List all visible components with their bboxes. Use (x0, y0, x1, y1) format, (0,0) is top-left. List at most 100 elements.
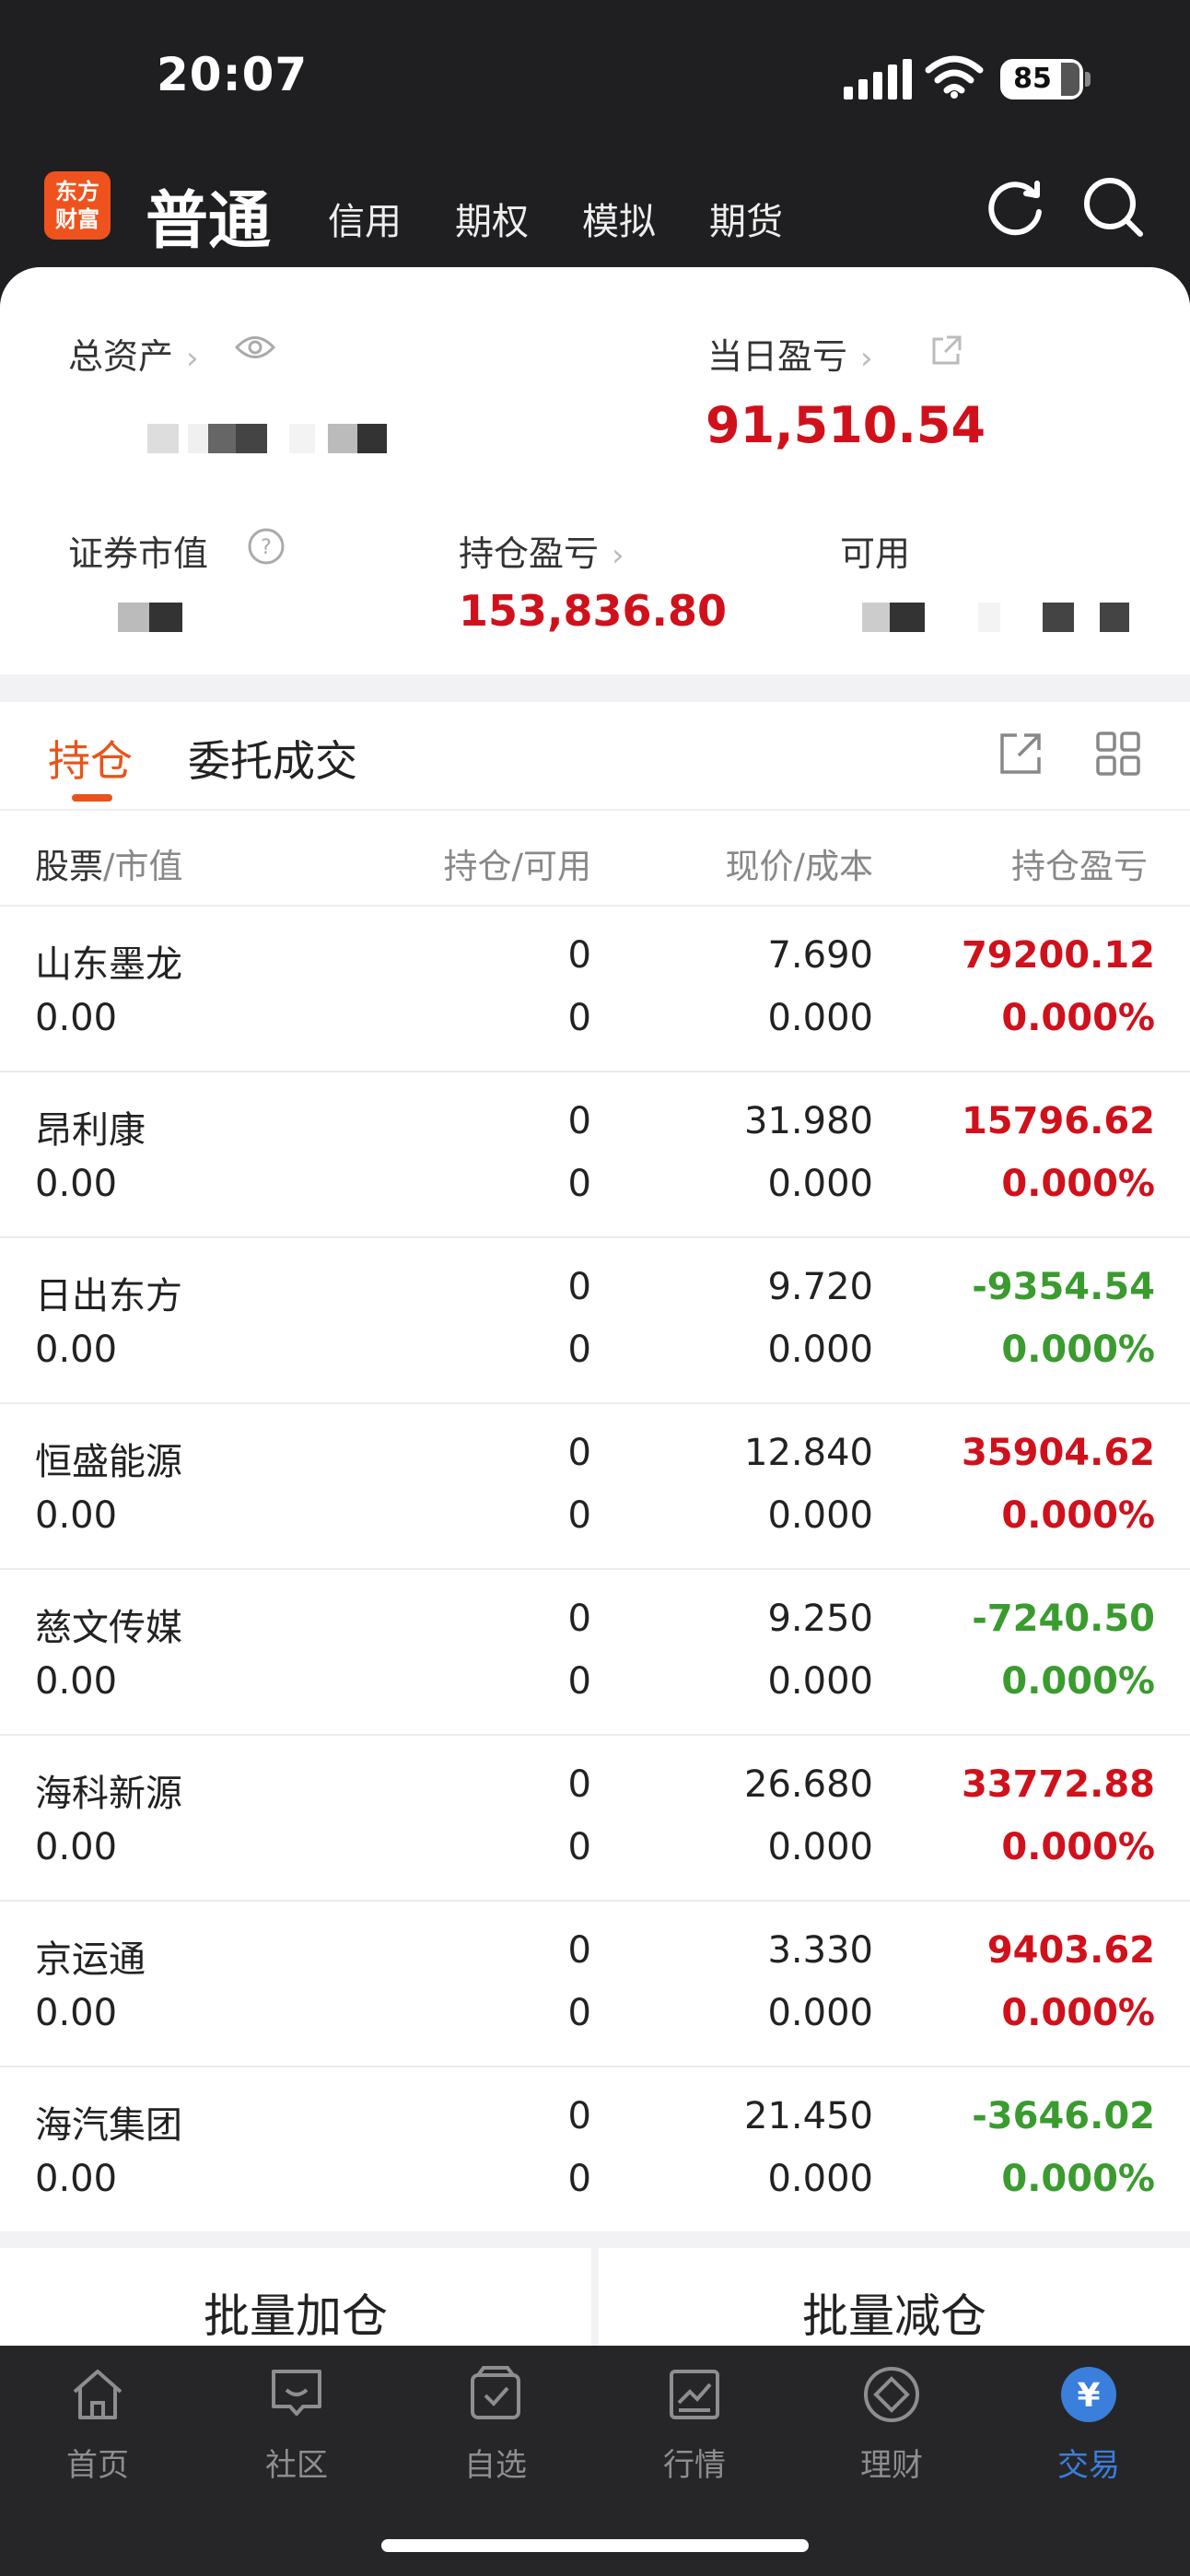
holdings-tab-bar: 持仓 委托成交 (0, 702, 1190, 811)
table-row[interactable]: 慈文传媒 0.00 0 0 9.250 0.000 -7240.50 0.000% (0, 1568, 1190, 1734)
cost-price: 0.000 (767, 1329, 873, 1371)
market-icon (670, 2370, 719, 2419)
export-icon[interactable] (997, 730, 1044, 778)
tab-account-simulation[interactable]: 模拟 (582, 192, 656, 245)
current-price: 21.450 (744, 2095, 873, 2137)
svg-text:¥: ¥ (1077, 2377, 1100, 2415)
stock-name: 京运通 (35, 1938, 146, 1981)
help-icon[interactable]: ? (247, 527, 286, 566)
grid-menu-icon[interactable] (1094, 730, 1142, 778)
cost-price: 0.000 (767, 997, 873, 1039)
position-pnl-label[interactable]: 持仓盈亏 › (459, 525, 624, 576)
position-qty: 0 (567, 934, 591, 977)
batch-actions: 批量加仓 批量减仓 (0, 2248, 1190, 2348)
current-price: 26.680 (744, 1763, 873, 1806)
active-tab-indicator (72, 794, 112, 802)
table-row[interactable]: 海科新源 0.00 0 0 26.680 0.000 33772.88 0.000% (0, 1734, 1190, 1900)
position-pnl: 15796.62 (961, 1100, 1155, 1142)
stock-name: 山东墨龙 (35, 943, 182, 986)
position-pnl: -9354.54 (972, 1266, 1155, 1308)
header-position-pnl[interactable]: 持仓盈亏 (1011, 838, 1148, 888)
position-pnl: 33772.88 (961, 1763, 1155, 1806)
position-pnl-pct: 0.000% (1001, 1163, 1155, 1205)
stock-name: 海汽集团 (35, 2104, 182, 2147)
current-price: 9.720 (767, 1266, 873, 1308)
market-value-masked (118, 603, 182, 632)
account-panel: 总资产 › 当日盈亏 › 91,510.54 证券市值 ? 持仓盈亏 › 153… (0, 267, 1190, 2348)
tab-positions[interactable]: 持仓 (48, 728, 133, 789)
current-price: 7.690 (767, 934, 873, 977)
total-assets-label[interactable]: 总资产 › (68, 328, 199, 379)
position-pnl: -7240.50 (972, 1598, 1155, 1640)
table-row[interactable]: 山东墨龙 0.00 0 0 7.690 0.000 79200.12 0.000% (0, 905, 1190, 1071)
tab-account-credit[interactable]: 信用 (328, 192, 402, 245)
batch-add-button[interactable]: 批量加仓 (0, 2248, 591, 2348)
market-value: 0.00 (35, 1992, 118, 2034)
cost-price: 0.000 (767, 1163, 873, 1205)
position-pnl-pct: 0.000% (1001, 997, 1155, 1039)
holdings-table: 股票/市值 持仓/可用 现价/成本 持仓盈亏 山东墨龙 0.00 0 0 7.690 0.… (0, 811, 1190, 2231)
available-qty: 0 (567, 1494, 591, 1537)
position-pnl-pct: 0.000% (1001, 1826, 1155, 1868)
wealth-icon (864, 2367, 919, 2422)
market-value: 0.00 (35, 1163, 118, 1205)
available-label: 可用 (840, 533, 911, 574)
position-qty: 0 (567, 2095, 591, 2137)
app-logo: 东方 财富 (44, 171, 111, 240)
position-pnl-pct: 0.000% (1001, 1660, 1155, 1703)
position-pnl: 35904.62 (961, 1432, 1155, 1474)
tab-account-options[interactable]: 期权 (455, 192, 529, 245)
position-pnl-pct: 0.000% (1001, 1494, 1155, 1537)
nav-watchlist[interactable]: 自选 (422, 2364, 569, 2485)
cost-price: 0.000 (767, 1660, 873, 1703)
nav-home[interactable]: 首页 (24, 2364, 171, 2485)
table-header: 股票/市值 持仓/可用 现价/成本 持仓盈亏 (0, 811, 1190, 905)
position-pnl-pct: 0.000% (1001, 1329, 1155, 1371)
batch-reduce-button[interactable]: 批量减仓 (599, 2248, 1190, 2348)
position-qty: 0 (567, 1598, 591, 1640)
available-qty: 0 (567, 1329, 591, 1371)
header-position[interactable]: 持仓/可用 (444, 838, 591, 888)
stock-name: 海科新源 (35, 1773, 182, 1815)
nav-market[interactable]: 行情 (621, 2364, 768, 2485)
nav-community[interactable]: 社区 (223, 2364, 370, 2485)
table-row[interactable]: 昂利康 0.00 0 0 31.980 0.000 15796.62 0.000% (0, 1071, 1190, 1236)
share-icon[interactable] (928, 334, 963, 369)
position-qty: 0 (567, 1100, 591, 1142)
wifi-icon (925, 55, 984, 99)
available-qty: 0 (567, 1992, 591, 2034)
stock-name: 日出东方 (35, 1275, 182, 1317)
tab-orders-trades[interactable]: 委托成交 (188, 728, 357, 789)
current-price: 9.250 (767, 1598, 873, 1640)
available-qty: 0 (567, 1826, 591, 1868)
position-qty: 0 (567, 1763, 591, 1806)
market-value: 0.00 (35, 1660, 118, 1703)
position-qty: 0 (567, 1432, 591, 1474)
daily-pnl-label[interactable]: 当日盈亏 › (707, 328, 873, 379)
position-qty: 0 (567, 1266, 591, 1308)
cost-price: 0.000 (767, 1494, 873, 1537)
refresh-icon[interactable] (984, 175, 1048, 240)
available-masked (862, 603, 1129, 632)
table-row[interactable]: 恒盛能源 0.00 0 0 12.840 0.000 35904.62 0.000% (0, 1402, 1190, 1568)
table-row[interactable]: 京运通 0.00 0 0 3.330 0.000 9403.62 0.000% (0, 1900, 1190, 2066)
table-row[interactable]: 海汽集团 0.00 0 0 21.450 0.000 -3646.02 0.000% (0, 2066, 1190, 2231)
table-row[interactable]: 日出东方 0.00 0 0 9.720 0.000 -9354.54 0.000% (0, 1236, 1190, 1402)
nav-trade[interactable]: ¥ 交易 (1015, 2364, 1162, 2485)
status-time: 20:07 (157, 48, 309, 101)
eye-icon[interactable] (234, 332, 276, 363)
position-pnl-pct: 0.000% (1001, 1992, 1155, 2034)
market-value: 0.00 (35, 997, 118, 1039)
tab-account-normal[interactable]: 普通 (146, 170, 271, 261)
available-qty: 0 (567, 1660, 591, 1703)
search-icon[interactable] (1081, 175, 1146, 240)
header-price[interactable]: 现价/成本 (726, 838, 873, 888)
chevron-right-icon: › (612, 537, 624, 574)
market-value: 0.00 (35, 1494, 118, 1537)
community-icon (272, 2370, 321, 2416)
header-stock[interactable]: 股票/市值 (35, 838, 182, 888)
nav-wealth[interactable]: 理财 (818, 2364, 965, 2485)
tab-account-futures[interactable]: 期货 (709, 192, 783, 245)
current-price: 12.840 (744, 1432, 873, 1474)
battery-icon: 85 (1000, 59, 1083, 100)
